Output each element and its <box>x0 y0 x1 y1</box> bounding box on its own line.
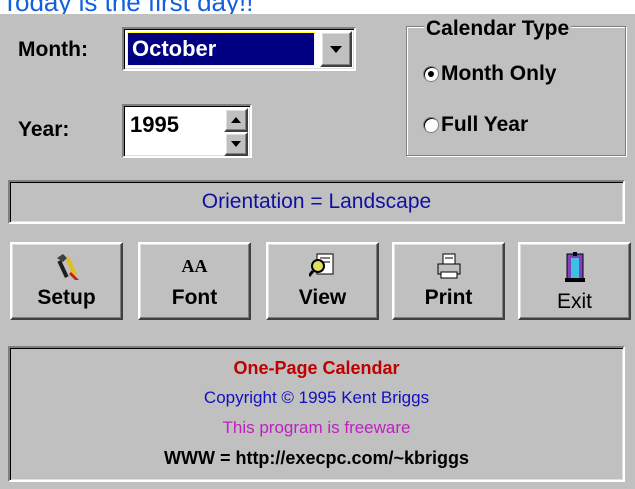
about-panel: One-Page Calendar Copyright © 1995 Kent … <box>8 346 625 482</box>
print-label: Print <box>424 286 473 309</box>
radio-full-year-label[interactable]: Full Year <box>441 113 528 137</box>
setup-label: Setup <box>37 286 96 309</box>
about-copyright: Copyright © 1995 Kent Briggs <box>203 388 430 407</box>
year-value[interactable]: 1995 <box>130 112 179 138</box>
year-increment-button[interactable] <box>224 108 248 132</box>
door-exit-icon <box>564 252 585 282</box>
exit-button[interactable]: Exit <box>518 242 631 320</box>
about-freeware: This program is freeware <box>222 418 411 437</box>
radio-month-only-dot[interactable] <box>423 66 439 82</box>
month-combobox[interactable]: October <box>122 27 356 71</box>
status-banner: Today is the first day!! <box>0 0 635 14</box>
printer-icon <box>437 253 460 279</box>
chevron-down-icon <box>330 46 342 53</box>
font-button[interactable]: AA Font <box>138 242 251 320</box>
exit-label: Exit <box>556 290 592 313</box>
magnifier-icon <box>308 253 333 277</box>
print-button[interactable]: Print <box>392 242 505 320</box>
orientation-text: Orientation = Landscape <box>201 190 432 213</box>
calendar-type-title: Calendar Type <box>424 17 572 41</box>
year-spinner[interactable]: 1995 <box>122 104 252 158</box>
about-title: One-Page Calendar <box>233 358 400 378</box>
arrow-up-icon <box>231 117 241 123</box>
banner-text: Today is the first day!! <box>2 0 253 14</box>
font-icon: AA <box>181 256 208 276</box>
radio-month-only-label[interactable]: Month Only <box>441 62 556 86</box>
month-value[interactable]: October <box>127 32 315 66</box>
orientation-panel: Orientation = Landscape <box>8 180 625 224</box>
year-decrement-button[interactable] <box>224 132 248 156</box>
font-label: Font <box>171 286 218 309</box>
year-label: Year: <box>18 118 70 141</box>
about-www-link[interactable]: WWW = http://execpc.com/~kbriggs <box>10 448 623 469</box>
view-button[interactable]: View <box>266 242 379 320</box>
tools-icon <box>56 254 79 280</box>
month-label: Month: <box>18 38 88 61</box>
arrow-down-icon <box>231 141 241 147</box>
view-label: View <box>298 286 347 309</box>
month-dropdown-button[interactable] <box>320 31 352 67</box>
radio-full-year-dot[interactable] <box>423 117 439 133</box>
setup-button[interactable]: Setup <box>10 242 123 320</box>
